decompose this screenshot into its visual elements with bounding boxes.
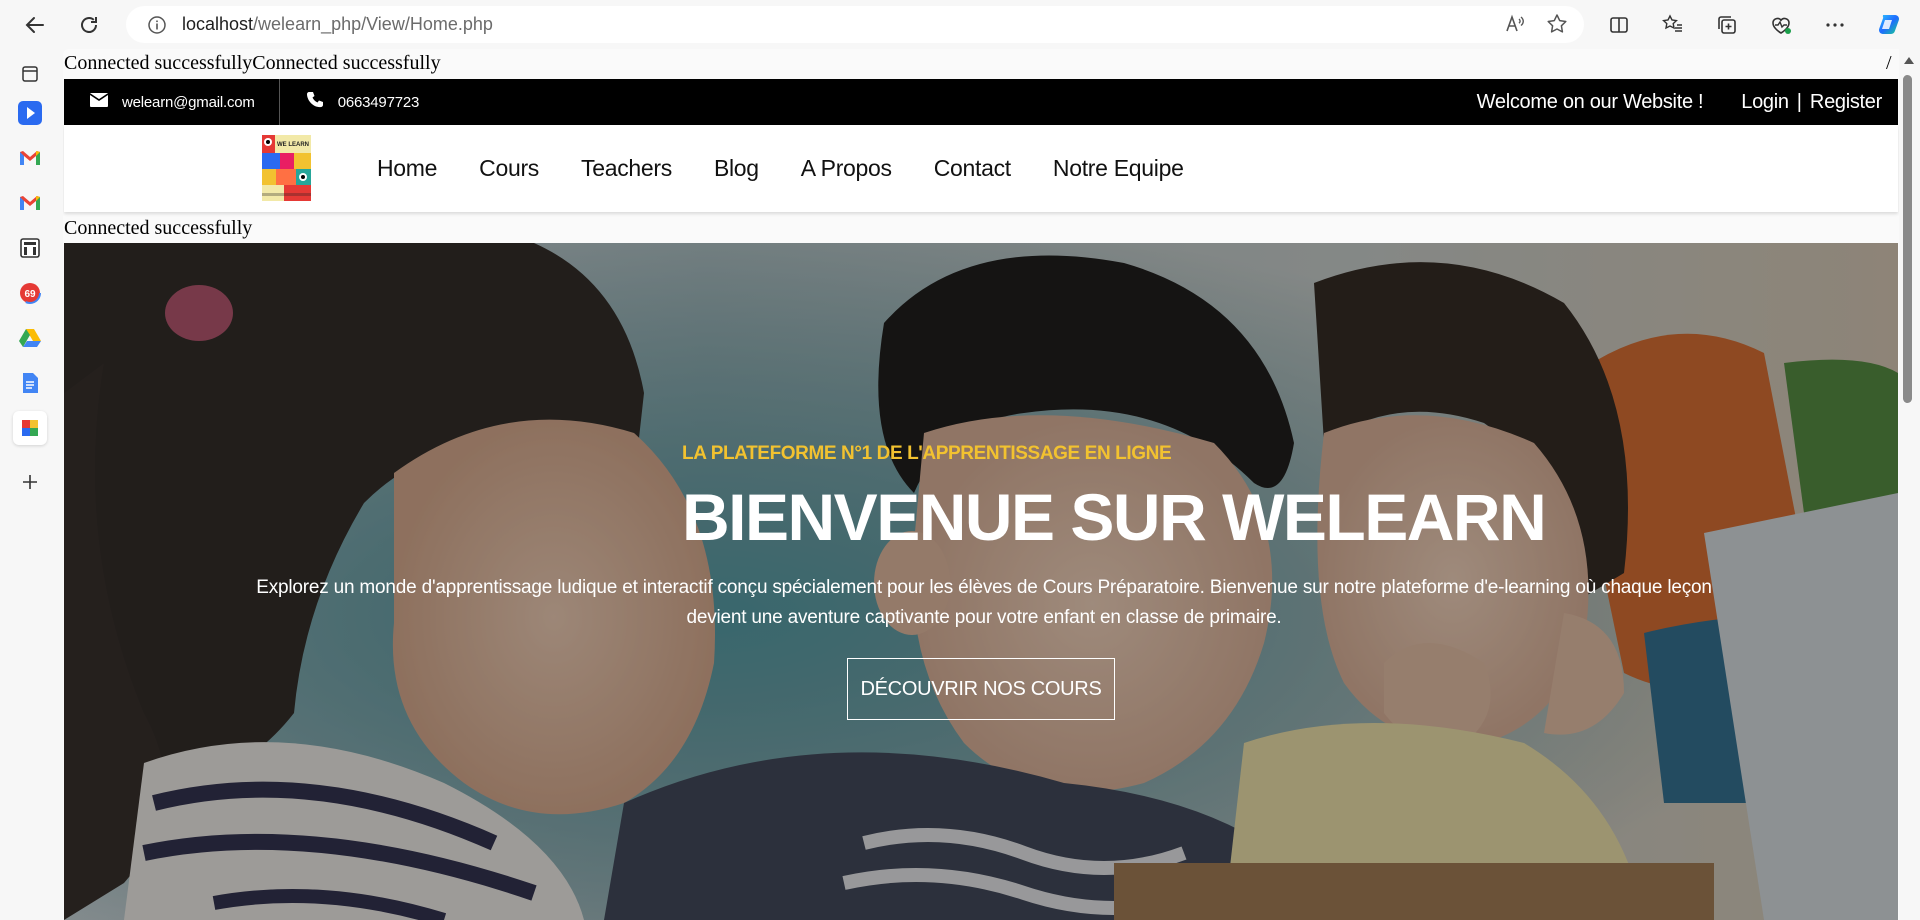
svg-text:WE LEARN: WE LEARN xyxy=(277,142,309,148)
phone-text: 0663497723 xyxy=(337,93,420,111)
site-info-icon[interactable] xyxy=(146,14,168,36)
favorites-list-icon[interactable] xyxy=(1656,8,1690,42)
top-contact-bar: welearn@gmail.com 0663497723 Welcome on … xyxy=(64,79,1898,125)
back-arrow-icon xyxy=(25,17,44,33)
welcome-message: Welcome on our Website ! xyxy=(1476,90,1704,113)
tab-actions-icon[interactable] xyxy=(13,57,47,91)
email-contact[interactable]: welearn@gmail.com xyxy=(64,79,280,125)
browser-essentials-icon[interactable] xyxy=(1764,8,1798,42)
scroll-up-arrow-icon[interactable] xyxy=(1904,57,1914,64)
register-link[interactable]: Register xyxy=(1810,91,1882,114)
phone-contact[interactable]: 0663497723 xyxy=(280,79,419,125)
browser-toolbar: localhost/welearn_php/View/Home.php xyxy=(0,0,1920,49)
login-link[interactable]: Login xyxy=(1741,91,1789,114)
collections-icon[interactable] xyxy=(1710,8,1744,42)
welearn-logo[interactable]: WE LEARN xyxy=(260,133,313,203)
connection-status-text-2: Connected successfully xyxy=(64,217,253,239)
notion-icon[interactable] xyxy=(13,231,47,265)
gmail-icon-2[interactable] xyxy=(13,186,47,220)
auth-separator: | xyxy=(1796,90,1802,113)
media-player-icon[interactable] xyxy=(13,96,47,130)
gmail-icon[interactable] xyxy=(13,141,47,175)
welearn-tab-icon[interactable] xyxy=(13,411,47,445)
email-text: welearn@gmail.com xyxy=(122,93,255,111)
nav-teachers[interactable]: Teachers xyxy=(581,155,672,182)
discover-courses-button[interactable]: DÉCOUVRIR NOS COURS xyxy=(847,658,1115,720)
nav-contact[interactable]: Contact xyxy=(934,155,1011,182)
add-tab-icon[interactable] xyxy=(13,465,47,499)
hero-title: BIENVENUE SUR WELEARN xyxy=(682,480,1547,554)
copilot-icon[interactable] xyxy=(1872,8,1906,42)
nav-notre-equipe[interactable]: Notre Equipe xyxy=(1053,155,1184,182)
favorite-star-icon[interactable] xyxy=(1546,13,1568,40)
hero-kicker: LA PLATEFORME N°1 DE L'APPRENTISSAGE EN … xyxy=(682,443,1172,464)
primary-nav: Home Cours Teachers Blog A Propos Contac… xyxy=(377,125,1184,212)
nav-cours[interactable]: Cours xyxy=(479,155,539,182)
scrollbar-thumb[interactable] xyxy=(1903,75,1912,403)
corner-slash: / xyxy=(1886,52,1892,74)
url-text: localhost/welearn_php/View/Home.php xyxy=(182,14,493,35)
main-navbar: WE LEARN Home Cours Teachers Blog A Prop… xyxy=(64,125,1898,212)
sidebar: 69 xyxy=(0,49,62,920)
url-host: localhost xyxy=(182,14,254,34)
url-path: /welearn_php/View/Home.php xyxy=(253,14,493,34)
read-aloud-icon[interactable] xyxy=(1504,13,1526,40)
hero-section: LA PLATEFORME N°1 DE L'APPRENTISSAGE EN … xyxy=(64,243,1898,920)
hero-content: LA PLATEFORME N°1 DE L'APPRENTISSAGE EN … xyxy=(64,243,1898,920)
nav-home[interactable]: Home xyxy=(377,155,437,182)
phone-icon xyxy=(306,91,324,114)
svg-text:69: 69 xyxy=(24,289,36,300)
nav-a-propos[interactable]: A Propos xyxy=(801,155,892,182)
more-menu-icon[interactable] xyxy=(1818,8,1852,42)
envelope-icon xyxy=(89,92,109,112)
refresh-button[interactable] xyxy=(72,8,106,42)
address-bar[interactable]: localhost/welearn_php/View/Home.php xyxy=(126,6,1584,43)
back-button[interactable] xyxy=(18,8,52,42)
page-viewport: Connected successfullyConnected successf… xyxy=(63,49,1899,920)
refresh-icon xyxy=(81,17,97,33)
google-docs-icon[interactable] xyxy=(13,366,47,400)
hero-description: Explorez un monde d'apprentissage ludiqu… xyxy=(256,577,1712,628)
page-scrollbar[interactable] xyxy=(1899,49,1920,920)
split-screen-icon[interactable] xyxy=(1602,8,1636,42)
nav-blog[interactable]: Blog xyxy=(714,155,759,182)
connection-status-text: Connected successfullyConnected successf… xyxy=(64,52,441,74)
google-drive-icon[interactable] xyxy=(13,321,47,355)
notification-app-icon[interactable]: 69 xyxy=(13,276,47,310)
